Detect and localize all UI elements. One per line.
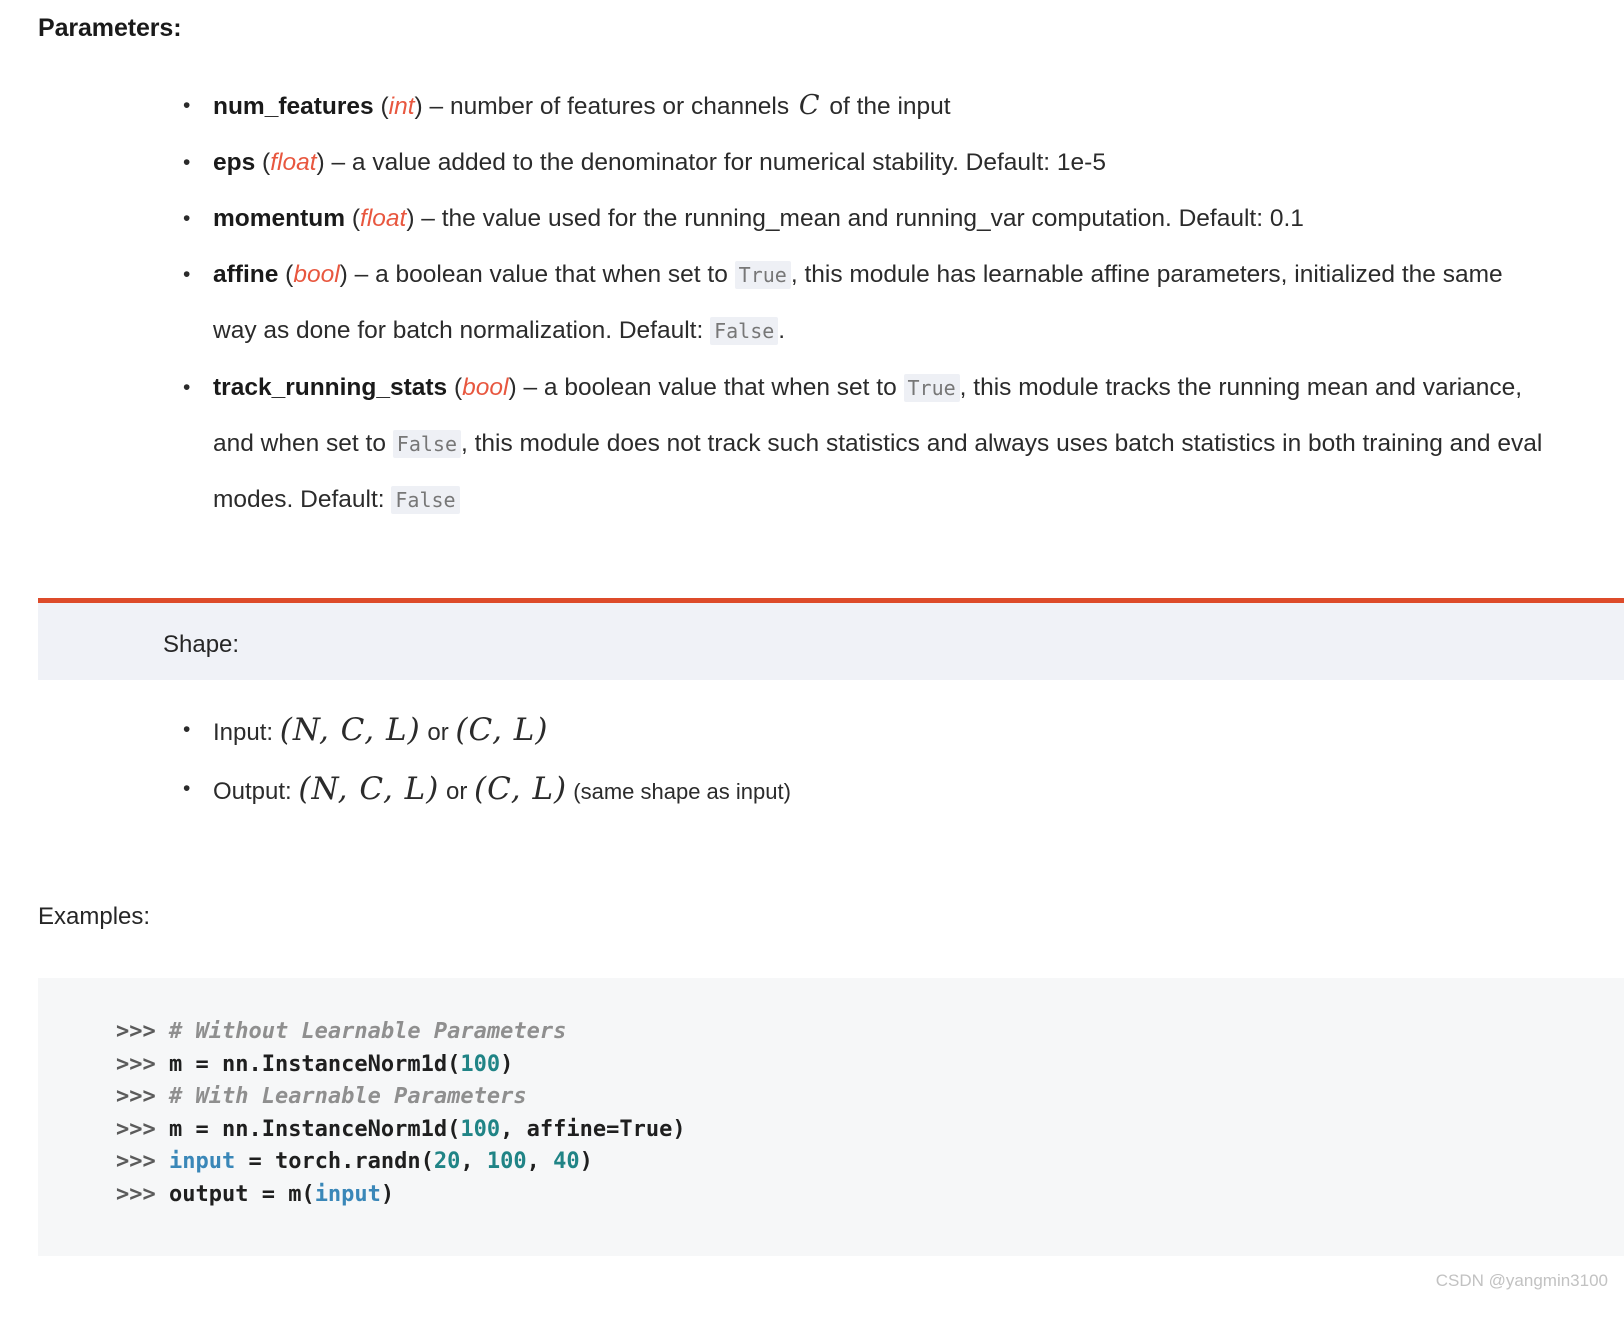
param-desc: the value used for the running_mean and … xyxy=(441,205,1304,232)
list-item: Input: (N, C, L) or (C, L) xyxy=(150,702,1450,761)
shape-title: Shape: xyxy=(163,631,240,658)
param-name: num_features xyxy=(213,93,374,120)
param-desc: a boolean value that when set to xyxy=(543,374,904,401)
shape-joiner: or xyxy=(439,778,475,805)
shape-label: Output: xyxy=(213,778,299,805)
code-token-plain: , xyxy=(460,1149,487,1174)
shape-math-secondary: (C, L) xyxy=(455,712,549,748)
code-token-plain: ) xyxy=(579,1149,593,1174)
param-name: track_running_stats xyxy=(213,374,448,401)
code-prompt: >>> xyxy=(116,1051,169,1077)
code-token-num: 100 xyxy=(460,1116,501,1142)
list-item: eps (float) – a value added to the denom… xyxy=(150,135,1550,190)
shape-admonition: Shape: xyxy=(38,598,1624,680)
code-token-plain: ) xyxy=(500,1051,514,1077)
shape-joiner: or xyxy=(420,719,456,746)
code-token-plain: m = nn.InstanceNorm1d( xyxy=(168,1051,461,1077)
code-content[interactable]: >>> # Without Learnable Parameters >>> m… xyxy=(116,1016,1624,1211)
inline-code-false: False xyxy=(391,486,460,514)
code-token-plain: = torch.randn( xyxy=(235,1149,434,1174)
code-token-plain: output = m( xyxy=(168,1181,315,1207)
shape-math-primary: (N, C, L) xyxy=(298,771,440,807)
param-dash: – xyxy=(421,205,435,232)
shape-list: Input: (N, C, L) or (C, L) Output: (N, C… xyxy=(150,702,1450,820)
param-name: momentum xyxy=(213,205,346,232)
code-token-num: 100 xyxy=(460,1051,501,1077)
param-type: int xyxy=(388,93,415,120)
math-symbol-c: C xyxy=(798,90,820,121)
list-item: track_running_stats (bool) – a boolean v… xyxy=(150,360,1550,528)
list-item: Output: (N, C, L) or (C, L) (same shape … xyxy=(150,761,1450,820)
param-desc: a boolean value that when set to xyxy=(375,261,735,288)
code-prompt: >>> xyxy=(116,1116,169,1142)
page-title: Parameters: xyxy=(38,14,182,42)
inline-code-false: False xyxy=(392,430,462,458)
list-item: num_features (int) – number of features … xyxy=(150,78,1550,134)
param-dash: – xyxy=(354,261,369,288)
param-type: bool xyxy=(462,374,509,401)
code-token-num: 100 xyxy=(486,1149,527,1174)
code-prompt: >>> xyxy=(116,1084,169,1109)
code-token-num: 40 xyxy=(553,1149,580,1174)
param-dash: – xyxy=(429,93,444,120)
examples-heading: Examples: xyxy=(38,903,151,930)
code-example-block: >>> # Without Learnable Parameters >>> m… xyxy=(38,978,1624,1256)
shape-math-secondary: (C, L) xyxy=(474,771,568,807)
code-token-num: 20 xyxy=(433,1149,461,1174)
shape-note: (same shape as input) xyxy=(567,779,791,804)
param-desc: . xyxy=(778,317,786,344)
param-dash: – xyxy=(523,374,538,401)
inline-code-false: False xyxy=(710,317,779,345)
shape-label: Input: xyxy=(213,719,280,746)
param-desc-tail: of the input xyxy=(822,93,951,120)
param-name: eps xyxy=(213,149,256,176)
watermark: CSDN @yangmin3100 xyxy=(1435,1271,1608,1290)
code-token-plain: m = nn.InstanceNorm1d( xyxy=(168,1116,461,1142)
code-token-builtin: input xyxy=(168,1149,236,1174)
param-type: float xyxy=(270,149,317,176)
code-token-builtin: input xyxy=(314,1181,381,1207)
documentation-page: Parameters: num_features (int) – number … xyxy=(0,0,1624,1340)
inline-code-true: True xyxy=(903,374,960,402)
code-token-plain: , affine=True) xyxy=(500,1116,686,1142)
param-desc: number of features or channels xyxy=(449,93,796,120)
list-item: momentum (float) – the value used for th… xyxy=(150,191,1550,246)
param-dash: – xyxy=(331,149,346,176)
parameters-list: num_features (int) – number of features … xyxy=(150,78,1550,529)
shape-math-primary: (N, C, L) xyxy=(279,712,421,748)
param-name: affine xyxy=(213,261,279,288)
list-item: affine (bool) – a boolean value that whe… xyxy=(150,247,1550,359)
code-token-plain: ) xyxy=(380,1181,395,1207)
code-prompt: >>> xyxy=(116,1149,169,1174)
code-prompt: >>> xyxy=(116,1181,169,1207)
param-type: float xyxy=(360,205,407,232)
code-prompt: >>> xyxy=(116,1019,169,1044)
code-token-comment: # With Learnable Parameters xyxy=(168,1084,527,1109)
code-token-comment: # Without Learnable Parameters xyxy=(168,1019,567,1044)
param-desc: a value added to the denominator for num… xyxy=(351,149,1106,176)
inline-code-true: True xyxy=(734,261,791,289)
code-token-plain: , xyxy=(526,1149,554,1174)
param-type: bool xyxy=(293,261,340,288)
